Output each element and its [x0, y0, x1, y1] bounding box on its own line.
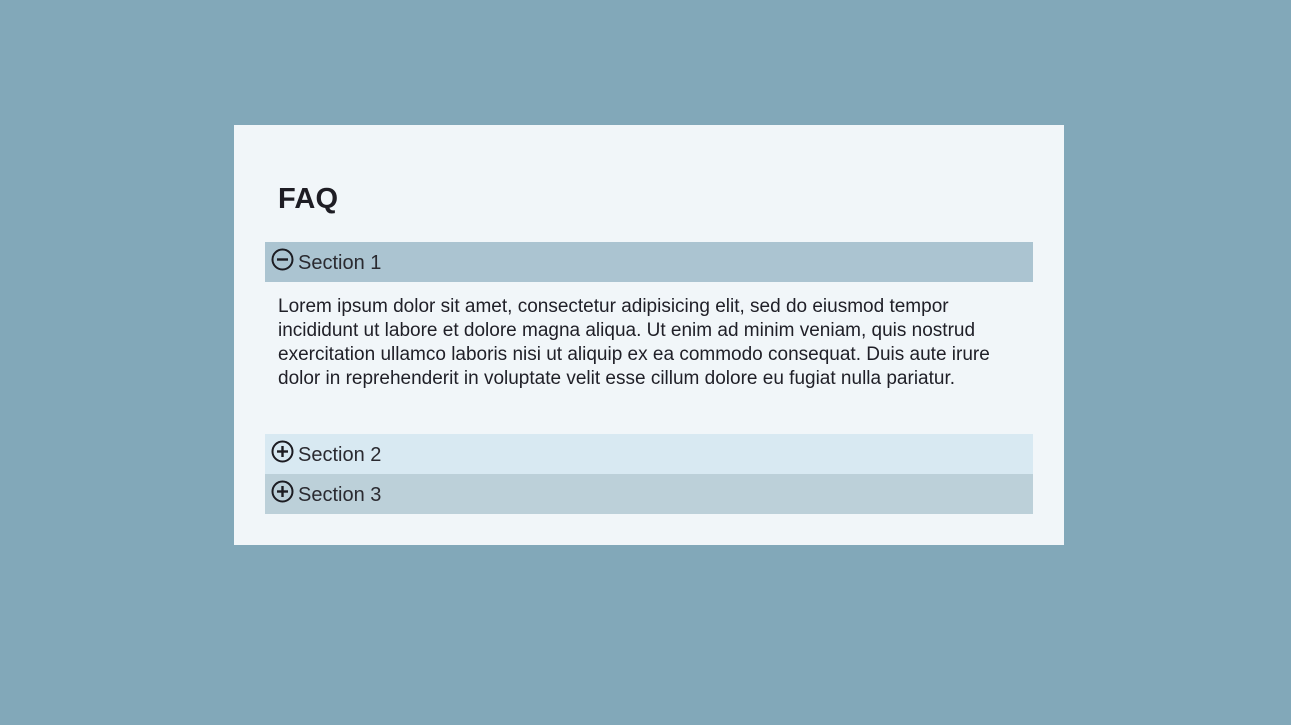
- section-1-content: Lorem ipsum dolor sit amet, consectetur …: [278, 296, 990, 389]
- plus-circle-icon: [271, 480, 294, 503]
- page-title: FAQ: [278, 183, 339, 215]
- minus-circle-icon: [271, 248, 294, 271]
- section-1-header[interactable]: Section 1: [265, 242, 1033, 282]
- faq-accordion: Section 1 Lorem ipsum dolor sit amet, co…: [265, 242, 1033, 514]
- section-2-header[interactable]: Section 2: [265, 434, 1033, 474]
- section-3-label: Section 3: [298, 483, 382, 506]
- plus-circle-icon: [271, 440, 294, 463]
- section-1-label: Section 1: [298, 251, 382, 274]
- section-2-label: Section 2: [298, 443, 382, 466]
- faq-card: FAQ Section 1 Lorem ipsum dolor sit amet…: [234, 125, 1064, 545]
- section-3-header[interactable]: Section 3: [265, 474, 1033, 514]
